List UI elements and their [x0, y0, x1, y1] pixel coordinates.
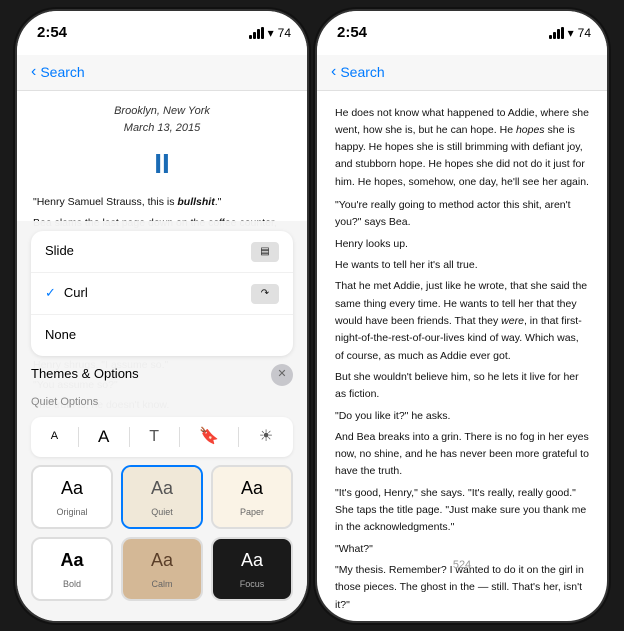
- slide-option-none[interactable]: None: [31, 315, 293, 356]
- curl-label: Curl: [64, 283, 251, 304]
- close-button[interactable]: ✕: [271, 364, 293, 386]
- chevron-left-icon-right: ‹: [331, 63, 336, 81]
- r-para-7: "Do you like it?" he asks.: [335, 408, 589, 425]
- font-icon[interactable]: T: [149, 424, 159, 450]
- theme-original-inner: Aa Original: [33, 467, 111, 527]
- r-para-9: "It's good, Henry," she says. "It's real…: [335, 485, 589, 537]
- slide-icon: ▤: [251, 242, 279, 262]
- r-para-8: And Bea breaks into a grin. There is no …: [335, 429, 589, 481]
- status-bar-left: 2:54 ▾ 74: [17, 11, 307, 55]
- right-book-content: He does not know what happened to Addie,…: [317, 91, 607, 621]
- nav-bar-left: ‹ Search: [17, 55, 307, 91]
- back-button-right[interactable]: ‹ Search: [331, 63, 385, 81]
- slide-label: Slide: [45, 241, 74, 262]
- theme-focus[interactable]: Aa Focus: [211, 537, 293, 601]
- curl-icon: ↷: [251, 284, 279, 304]
- aa-toolbar: A A T 🔖 ☀: [31, 417, 293, 456]
- r-para-3: Henry looks up.: [335, 236, 589, 253]
- r-para-4: He wants to tell her it's all true.: [335, 257, 589, 274]
- theme-calm[interactable]: Aa Calm: [121, 537, 203, 601]
- page-number: 524: [453, 559, 471, 571]
- theme-original-label: Original: [56, 505, 87, 519]
- theme-quiet-inner: Aa Quiet: [123, 467, 201, 527]
- time-left: 2:54: [37, 24, 67, 41]
- battery-right: 74: [578, 26, 591, 40]
- theme-bold[interactable]: Aa Bold: [31, 537, 113, 601]
- theme-bold-inner: Aa Bold: [33, 539, 111, 599]
- theme-calm-aa: Aa: [151, 546, 173, 575]
- theme-calm-label: Calm: [151, 577, 172, 591]
- themes-grid: Aa Original Aa Quiet Aa Paper: [31, 465, 293, 601]
- bookmark-icon[interactable]: 🔖: [199, 424, 219, 450]
- r-para-2: "You're really going to method actor thi…: [335, 197, 589, 232]
- status-icons-right: ▾ 74: [549, 26, 591, 40]
- r-para-12: And of course, it is.: [335, 618, 589, 621]
- chapter-number: II: [33, 142, 291, 187]
- r-para-10: "What?": [335, 541, 589, 558]
- theme-focus-inner: Aa Focus: [213, 539, 291, 599]
- none-label: None: [45, 325, 76, 346]
- signal-icon-right: [549, 27, 564, 39]
- header-line1: Brooklyn, New York: [33, 103, 291, 121]
- header-line2: March 13, 2015: [33, 120, 291, 138]
- themes-header: Themes & Options ✕: [31, 364, 293, 386]
- status-icons-left: ▾ 74: [249, 26, 291, 40]
- signal-icon: [249, 27, 264, 39]
- nav-bar-right: ‹ Search: [317, 55, 607, 91]
- book-content-left: Brooklyn, New York March 13, 2015 II "He…: [17, 91, 307, 621]
- large-a-button[interactable]: A: [98, 423, 109, 450]
- battery-left: 74: [278, 26, 291, 40]
- wifi-icon-right: ▾: [568, 26, 574, 40]
- theme-paper[interactable]: Aa Paper: [211, 465, 293, 529]
- para-1: "Henry Samuel Strauss, this is bullshit.…: [33, 194, 291, 210]
- divider-1: [78, 427, 79, 447]
- theme-quiet[interactable]: Aa Quiet: [121, 465, 203, 529]
- theme-paper-label: Paper: [240, 505, 264, 519]
- divider-3: [179, 427, 180, 447]
- r-para-5: That he met Addie, just like he wrote, t…: [335, 278, 589, 365]
- book-header: Brooklyn, New York March 13, 2015: [33, 103, 291, 138]
- slide-options: Slide ▤ ✓ Curl ↷ None: [31, 231, 293, 355]
- theme-paper-inner: Aa Paper: [213, 467, 291, 527]
- bottom-panel: Slide ▤ ✓ Curl ↷ None Themes & Options: [17, 221, 307, 620]
- small-a-button[interactable]: A: [51, 428, 58, 446]
- r-para-1: He does not know what happened to Addie,…: [335, 105, 589, 192]
- chevron-left-icon: ‹: [31, 63, 36, 81]
- slide-option-curl[interactable]: ✓ Curl ↷: [31, 273, 293, 315]
- quiet-options-label: Quiet Options: [31, 394, 293, 412]
- check-icon: ✓: [45, 283, 56, 304]
- theme-focus-aa: Aa: [241, 546, 263, 575]
- themes-title: Themes & Options: [31, 364, 139, 385]
- theme-focus-label: Focus: [240, 577, 265, 591]
- r-para-6: But she wouldn't believe him, so he lets…: [335, 369, 589, 404]
- time-right: 2:54: [337, 24, 367, 41]
- theme-original[interactable]: Aa Original: [31, 465, 113, 529]
- wifi-icon: ▾: [268, 26, 274, 40]
- divider-2: [129, 427, 130, 447]
- brightness-icon[interactable]: ☀: [259, 424, 273, 450]
- theme-quiet-aa: Aa: [151, 474, 173, 503]
- status-bar-right: 2:54 ▾ 74: [317, 11, 607, 55]
- phones-container: 2:54 ▾ 74 ‹ Search Brooklyn, Ne: [0, 0, 624, 631]
- back-label-left: Search: [40, 64, 84, 80]
- left-phone: 2:54 ▾ 74 ‹ Search Brooklyn, Ne: [17, 11, 307, 621]
- theme-quiet-label: Quiet: [151, 505, 173, 519]
- right-phone: 2:54 ▾ 74 ‹ Search He does not know what: [317, 11, 607, 621]
- slide-option-slide[interactable]: Slide ▤: [31, 231, 293, 273]
- back-button-left[interactable]: ‹ Search: [31, 63, 85, 81]
- theme-original-aa: Aa: [61, 474, 83, 503]
- divider-4: [238, 427, 239, 447]
- theme-bold-label: Bold: [63, 577, 81, 591]
- back-label-right: Search: [340, 64, 384, 80]
- theme-paper-aa: Aa: [241, 474, 263, 503]
- theme-calm-inner: Aa Calm: [123, 539, 201, 599]
- theme-bold-aa: Aa: [60, 546, 83, 575]
